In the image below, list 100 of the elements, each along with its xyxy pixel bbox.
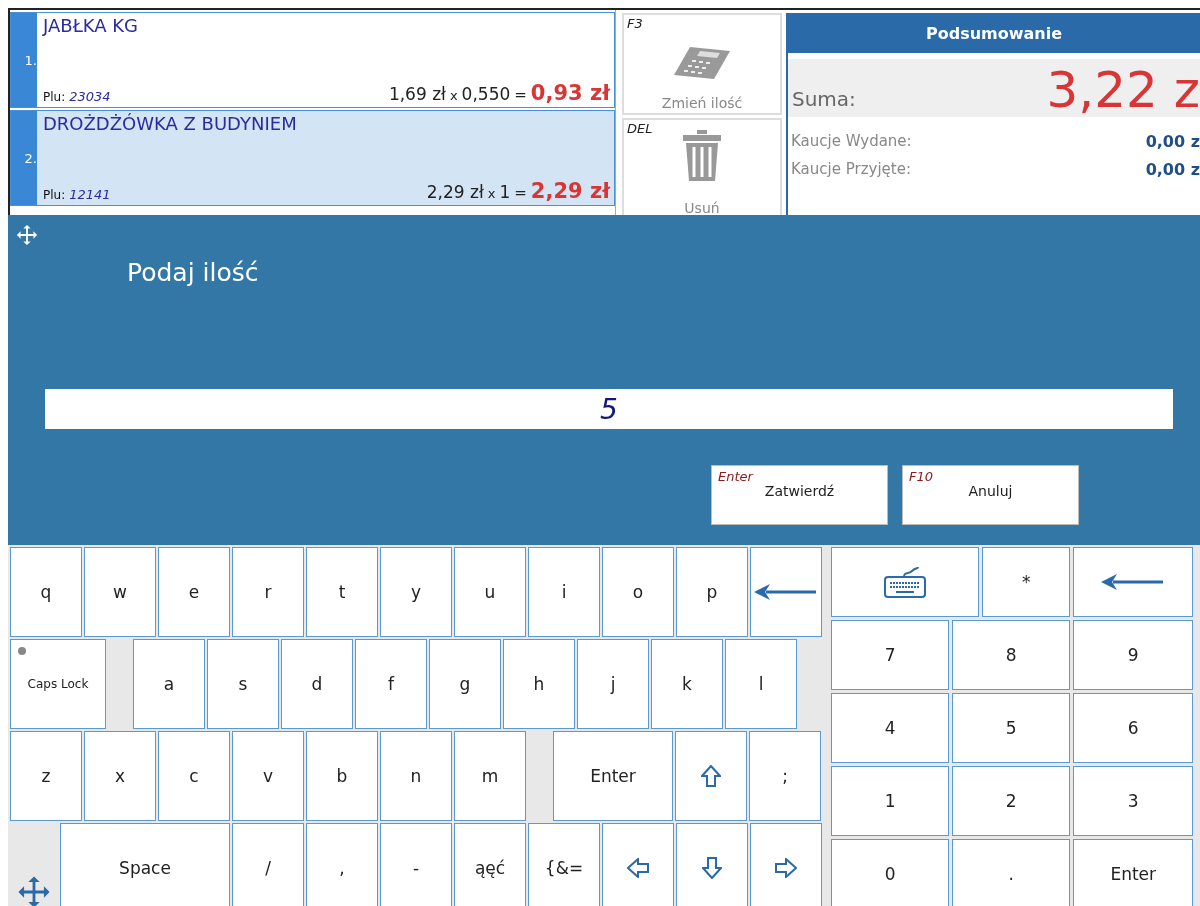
- keyboard-key[interactable]: q: [10, 547, 82, 637]
- keyboard-key[interactable]: 5: [952, 693, 1071, 763]
- move-icon[interactable]: [17, 875, 51, 906]
- keyboard-key[interactable]: f: [355, 639, 427, 729]
- times-sign: x: [449, 88, 458, 103]
- keyboard-key[interactable]: j: [577, 639, 649, 729]
- keyboard-toggle-key[interactable]: [831, 547, 980, 617]
- deposit-label: Kaucje Wydane:: [791, 132, 912, 150]
- cart-item[interactable]: 1. JABŁKA KG Plu: 23034 1,69 zł x 0,550 = 0,93 zł: [10, 12, 615, 108]
- item-total: 0,93 zł: [530, 81, 610, 105]
- plu-label: Plu:: [43, 90, 66, 104]
- plu-code: 12141: [69, 187, 111, 202]
- caps-lock-label: Caps Lock: [27, 677, 89, 691]
- keyboard-key[interactable]: i: [528, 547, 600, 637]
- calculator-icon: [672, 45, 732, 81]
- keyboard-key[interactable]: r: [232, 547, 304, 637]
- quantity: 1: [499, 182, 511, 202]
- keyboard-key[interactable]: w: [84, 547, 156, 637]
- unit-price: 2,29 zł: [426, 182, 484, 202]
- deposit-amount: 0,00 z: [1145, 159, 1200, 179]
- enter-key[interactable]: Enter: [1073, 839, 1194, 906]
- keyboard-key[interactable]: ;: [749, 731, 821, 821]
- keyboard-key[interactable]: h: [503, 639, 575, 729]
- keyboard-key[interactable]: t: [306, 547, 378, 637]
- keyboard-key[interactable]: 1: [831, 766, 950, 836]
- keyboard-key[interactable]: d: [281, 639, 353, 729]
- keyboard-key[interactable]: s: [207, 639, 279, 729]
- down-key[interactable]: [676, 823, 748, 906]
- keyboard-key[interactable]: u: [454, 547, 526, 637]
- item-total: 2,29 zł: [530, 179, 610, 203]
- keyboard-key[interactable]: 2: [952, 766, 1071, 836]
- equals-sign: =: [514, 86, 527, 104]
- cart-item[interactable]: 2. DROŻDŻÓWKA Z BUDYNIEM Plu: 12141 2,29 zł x 1 = 2,29 zł: [10, 110, 615, 206]
- plu-label: Plu:: [43, 188, 66, 202]
- item-name: DROŻDŻÓWKA Z BUDYNIEM: [43, 113, 298, 134]
- deposit-label: Kaucje Przyjęte:: [791, 160, 911, 178]
- action-button[interactable]: F3 Zmień ilość: [622, 13, 782, 115]
- keyboard-key[interactable]: a: [133, 639, 205, 729]
- move-icon[interactable]: [16, 224, 38, 246]
- caps-lock-key[interactable]: Caps Lock: [10, 639, 106, 729]
- unit-price: 1,69 zł: [388, 84, 446, 104]
- right-arrow-icon: [775, 858, 797, 878]
- enter-key[interactable]: Enter: [553, 731, 673, 821]
- item-number: 1.: [11, 13, 37, 107]
- quantity-input[interactable]: 5: [45, 389, 1173, 429]
- action-button[interactable]: DEL Usuń: [622, 118, 782, 215]
- deposit-amount: 0,00 z: [1145, 131, 1200, 151]
- keyboard-key[interactable]: 6: [1073, 693, 1194, 763]
- keyboard-key[interactable]: 8: [952, 620, 1071, 690]
- quantity: 0,550: [461, 84, 511, 104]
- plu-code: 23034: [69, 89, 111, 104]
- dialog-button[interactable]: Enter Zatwierdź: [711, 465, 888, 525]
- keyboard-key[interactable]: n: [380, 731, 452, 821]
- keyboard-key[interactable]: 4: [831, 693, 950, 763]
- up-arrow-icon: [701, 765, 721, 787]
- shift-key[interactable]: [675, 731, 747, 821]
- keyboard-key[interactable]: ąęć: [454, 823, 526, 906]
- keyboard-key[interactable]: c: [158, 731, 230, 821]
- keyboard-key[interactable]: p: [676, 547, 748, 637]
- keyboard-key[interactable]: y: [380, 547, 452, 637]
- left-arrow-icon: [627, 858, 649, 878]
- keyboard-key[interactable]: o: [602, 547, 674, 637]
- keyboard-key[interactable]: e: [158, 547, 230, 637]
- keyboard-key[interactable]: {&=: [528, 823, 600, 906]
- left-key[interactable]: [602, 823, 674, 906]
- backspace-key[interactable]: [750, 547, 822, 637]
- keyboard-key[interactable]: 7: [831, 620, 950, 690]
- backspace-arrow-icon: [754, 584, 818, 600]
- keyboard-key[interactable]: l: [725, 639, 797, 729]
- space-key[interactable]: Space: [60, 823, 230, 906]
- keyboard-icon: [884, 565, 927, 599]
- item-number: 2.: [11, 111, 37, 205]
- total-amount: 3,22 z: [1046, 65, 1200, 115]
- keyboard-key[interactable]: *: [982, 547, 1071, 617]
- backspace-arrow-icon: [1101, 574, 1166, 590]
- keyboard-key[interactable]: x: [84, 731, 156, 821]
- keyboard-key[interactable]: 0: [831, 839, 950, 906]
- keyboard-key[interactable]: .: [952, 839, 1071, 906]
- keyboard-key[interactable]: g: [429, 639, 501, 729]
- dialog-button[interactable]: F10 Anuluj: [902, 465, 1079, 525]
- item-name: JABŁKA KG: [43, 15, 140, 36]
- trash-icon: [682, 128, 722, 182]
- keyboard-key[interactable]: k: [651, 639, 723, 729]
- keyboard-key[interactable]: v: [232, 731, 304, 821]
- keyboard-key[interactable]: b: [306, 731, 378, 821]
- keyboard-key[interactable]: ,: [306, 823, 378, 906]
- backspace-key[interactable]: [1073, 547, 1194, 617]
- total-label: Suma:: [792, 87, 856, 111]
- right-key[interactable]: [750, 823, 822, 906]
- times-sign: x: [487, 186, 496, 201]
- keyboard-key[interactable]: z: [10, 731, 82, 821]
- keyboard-key[interactable]: 3: [1073, 766, 1194, 836]
- keyboard-key[interactable]: m: [454, 731, 526, 821]
- keyboard-key[interactable]: /: [232, 823, 304, 906]
- down-arrow-icon: [702, 857, 722, 879]
- summary-header: Podsumowanie: [788, 13, 1200, 53]
- equals-sign: =: [514, 184, 527, 202]
- dialog-title: Podaj ilość: [127, 258, 260, 287]
- keyboard-key[interactable]: 9: [1073, 620, 1194, 690]
- keyboard-key[interactable]: -: [380, 823, 452, 906]
